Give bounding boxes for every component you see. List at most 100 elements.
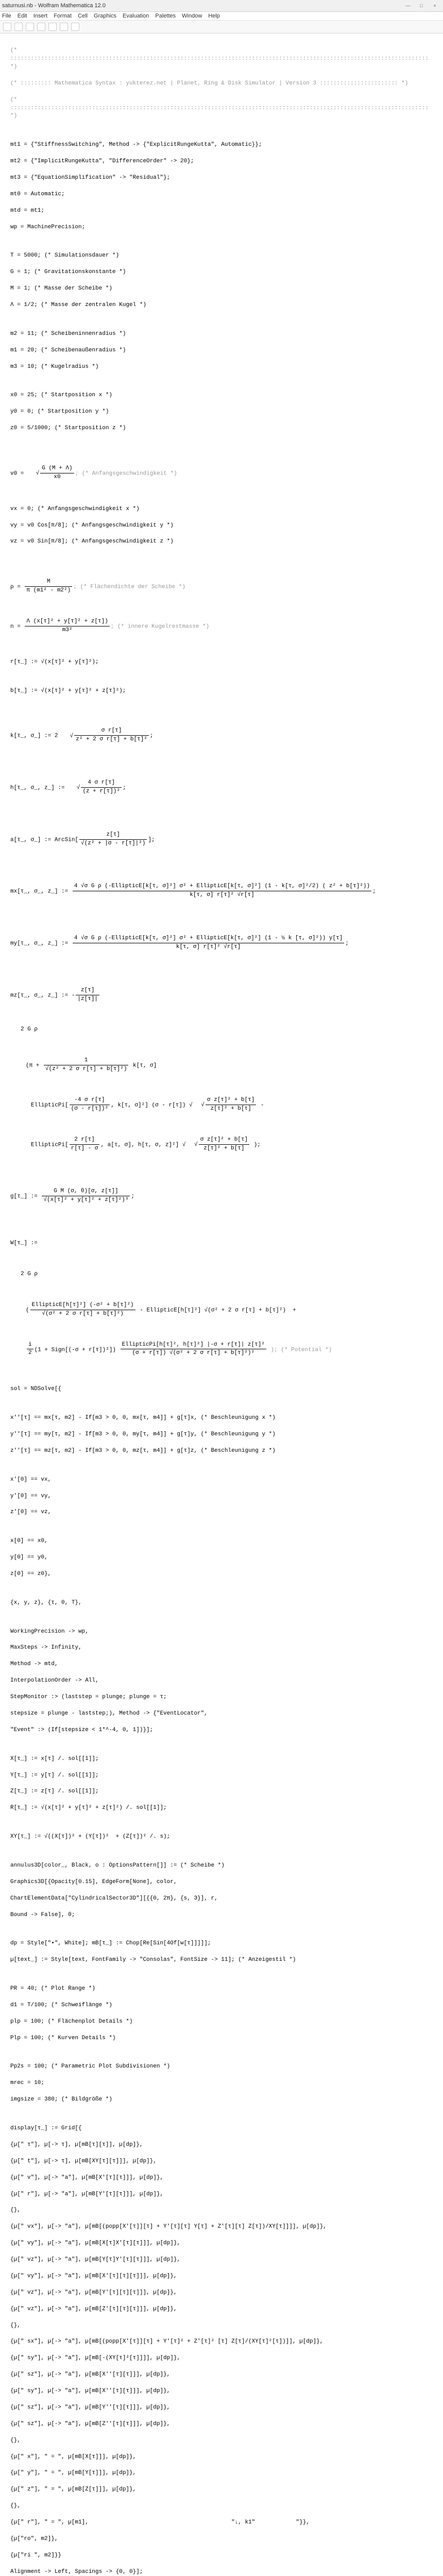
menu-evaluation[interactable]: Evaluation (123, 13, 149, 19)
code-comment: (* :::::::::::::::::::::::::::::::::::::… (10, 96, 433, 121)
toolbar-button[interactable] (60, 23, 68, 31)
code-line: {µ[" z"], " = ", µ[mB[Z[τ]]], µ[dp]}, (10, 2486, 433, 2494)
menu-edit[interactable]: Edit (18, 13, 27, 19)
code-line: sol = NDSolve[{ (10, 1385, 433, 1394)
code-line: vz = v0 Sin[π/8]; (* Anfangsgeschwindigk… (10, 538, 433, 546)
code-line: x[0] == x0, (10, 1537, 433, 1546)
menu-graphics[interactable]: Graphics (94, 13, 116, 19)
code-line: {}, (10, 2322, 433, 2330)
code-line: MaxSteps -> Infinity, (10, 1644, 433, 1652)
code-line: Plp = 100; (* Kurven Details *) (10, 2035, 433, 2043)
code-line: Graphics3D[{Opacity[0.15], EdgeForm[None… (10, 1878, 433, 1887)
code-line: WorkingPrecision -> wp, (10, 1628, 433, 1636)
minimize-icon[interactable]: — (402, 2, 414, 9)
menu-cell[interactable]: Cell (78, 13, 88, 19)
code-line: Λ = 1/2; (* Masse der zentralen Kugel *) (10, 301, 433, 310)
code-line: z''[τ] == mz[τ, m2] - If[m3 > 0, 0, mz[τ… (10, 1447, 433, 1455)
code-line: {µ[" vy"], µ[-> "a"], µ[mB[X'[τ][τ][τ]]]… (10, 2273, 433, 2281)
code-line: {µ[" τ"], µ[-> τ], µ[mB[τ][τ]], µ[dp]}, (10, 2141, 433, 2149)
code-line: {µ[" x"], " = ", µ[mB[X[τ]]], µ[dp]}, (10, 2453, 433, 2462)
code-line: {µ[" vx"], µ[-> "a"], µ[mB[(popp[X'[τ]][… (10, 2223, 433, 2231)
code-line: wp = MachinePrecision; (10, 224, 433, 232)
code-line: r[τ_] := √(x[τ]² + y[τ]²); (10, 658, 433, 667)
code-line: {µ["ro", m2]}, (10, 2535, 433, 2544)
code-line: z'[0] == vz, (10, 1509, 433, 1517)
math-formula: 2 G ρ (21, 1261, 433, 1280)
code-line: stepsize = plunge - laststep;), Method -… (10, 1710, 433, 1718)
code-line: b[τ_] := √(x[τ]² + y[τ]² + z[τ]²); (10, 687, 433, 696)
maximize-icon[interactable]: □ (415, 2, 428, 9)
code-line: {}, (10, 2437, 433, 2445)
close-icon[interactable]: × (429, 2, 441, 9)
toolbar-button[interactable] (71, 23, 79, 31)
math-formula: ρ = Mπ (m1² - m2²); (* Flächendichte der… (10, 569, 433, 596)
code-line: StepMonitor :> (laststep = plunge; plung… (10, 1693, 433, 1702)
code-line: m3 = 10; (* Kugelradius *) (10, 363, 433, 371)
code-line: y0 = 0; (* Startposition y *) (10, 408, 433, 416)
math-formula: v0 = √G (M + Λ)x0; (* Anfangsgeschwindig… (10, 455, 433, 483)
code-line: Pp2s = 100; (* Parametric Plot Subdivisi… (10, 2063, 433, 2071)
toolbar-button[interactable] (3, 23, 11, 31)
window-titlebar: saturnusi.nb - Wolfram Mathematica 12.0 … (0, 0, 443, 12)
code-line: dp = Style["•", White]; mB[τ_] := Chop[R… (10, 1940, 433, 1948)
math-formula: g[τ_] := G M (σ, θ)[σ, z[τ]]√(x[τ]² + y[… (10, 1179, 433, 1206)
menu-insert[interactable]: Insert (33, 13, 48, 19)
code-line: x0 = 25; (* Startposition x *) (10, 392, 433, 400)
math-formula: 2 G ρ (21, 1017, 433, 1036)
menu-file[interactable]: File (2, 13, 11, 19)
math-formula: mz[τ_, σ_, z_] := -z[τ]|z[τ]| (10, 977, 433, 1005)
math-formula: W[τ_] := (10, 1230, 433, 1249)
math-formula: my[τ_, σ_, z_] := 4 √σ G ρ (-EllipticE[k… (10, 925, 433, 953)
code-line: {x, y, z}, {τ, 0, T}, (10, 1599, 433, 1607)
math-formula: a[τ_, σ_] := ArcSin[z[τ]√(z² + |σ - r[τ]… (10, 822, 433, 849)
code-line: T = 5000; (* Simulationsdauer *) (10, 252, 433, 260)
code-line: mt0 = Automatic; (10, 191, 433, 199)
code-line: m2 = 11; (* Scheibeninnenradius *) (10, 330, 433, 338)
menu-help[interactable]: Help (208, 13, 220, 19)
code-line: x''[τ] == mx[τ, m2] - If[m3 > 0, 0, mx[τ… (10, 1414, 433, 1422)
code-line: {µ[" vz"], µ[-> "a"], µ[mB[Y'[τ][τ][τ]]]… (10, 2289, 433, 2297)
code-line: x'[0] == vx, (10, 1476, 433, 1484)
toolbar-button[interactable] (37, 23, 45, 31)
menu-palettes[interactable]: Palettes (155, 13, 176, 19)
code-line: Alignment -> Left, Spacings -> {0, 0}]; (10, 2568, 433, 2576)
notebook-content[interactable]: (* :::::::::::::::::::::::::::::::::::::… (0, 33, 443, 2576)
code-line: InterpolationOrder -> All, (10, 1677, 433, 1685)
math-formula: n = Λ (x[τ]² + y[τ]² + z[τ])m3²; (* inne… (10, 608, 433, 636)
code-line: {µ[" t"], µ[-> τ], µ[mB[XY[τ][τ]]], µ[dp… (10, 2158, 433, 2166)
toolbar-button[interactable] (14, 23, 23, 31)
code-line: {µ[" sy"], µ[-> "a"], µ[mB[X''[τ][τ]]], … (10, 2387, 433, 2396)
code-line: imgsize = 380; (* Bildgröße *) (10, 2096, 433, 2104)
code-line: mrec = 10; (10, 2079, 433, 2088)
menubar: File Edit Insert Format Cell Graphics Ev… (0, 12, 443, 21)
code-line: y''[τ] == my[τ, m2] - If[m3 > 0, 0, my[τ… (10, 1431, 433, 1439)
code-line: Method -> mtd, (10, 1660, 433, 1669)
code-comment: (* ::::::::: Mathematica Syntax : yukter… (10, 80, 433, 88)
toolbar-button[interactable] (48, 23, 57, 31)
code-line: PR = 40; (* Plot Range *) (10, 1985, 433, 1993)
toolbar-button[interactable] (26, 23, 34, 31)
code-line: X[τ_] := x[τ] /. sol[[1]]; (10, 1755, 433, 1764)
code-line: plp = 100; (* Flächenplot Details *) (10, 2018, 433, 2026)
code-line: d1 = T/100; (* Schweiflänge *) (10, 2002, 433, 2010)
math-formula: EllipticPi[2 r[τ]r[τ] - σ, a[τ, σ], h[τ,… (31, 1127, 433, 1154)
code-line: Bound -> False], θ; (10, 1911, 433, 1920)
code-line: mtd = mt1; (10, 207, 433, 215)
code-line: {µ[" sz"], µ[-> "a"], µ[mB[X''[τ][τ]]], … (10, 2371, 433, 2379)
code-line: {}, (10, 2207, 433, 2215)
code-line: z[0] == z0}, (10, 1570, 433, 1579)
code-line: display[τ_] := Grid[{ (10, 2125, 433, 2133)
code-line: vx = 0; (* Anfangsgeschwindigkeit x *) (10, 505, 433, 514)
menu-format[interactable]: Format (54, 13, 72, 19)
code-line: Y[τ_] := y[τ] /. sol[[1]]; (10, 1772, 433, 1780)
code-line: mt3 = {"EquationSimplification" -> "Resi… (10, 174, 433, 182)
code-line: annulus3D[color_, Black, o : OptionsPatt… (10, 1862, 433, 1870)
code-line: z0 = 5/1000; (* Startposition z *) (10, 425, 433, 433)
code-line: vy = v0 Cos[π/8]; (* Anfangsgeschwindigk… (10, 522, 433, 530)
code-line: {}, (10, 2502, 433, 2511)
code-line: XY[τ_] := √((X[τ])² + (Y[τ])² + (Z[τ])² … (10, 1833, 433, 1841)
menu-window[interactable]: Window (182, 13, 202, 19)
code-line: Z[τ_] := z[τ] /. sol[[1]]; (10, 1788, 433, 1796)
code-line: mt1 = {"StiffnessSwitching", Method -> {… (10, 141, 433, 149)
code-line: M = 1; (* Masse der Scheibe *) (10, 285, 433, 293)
